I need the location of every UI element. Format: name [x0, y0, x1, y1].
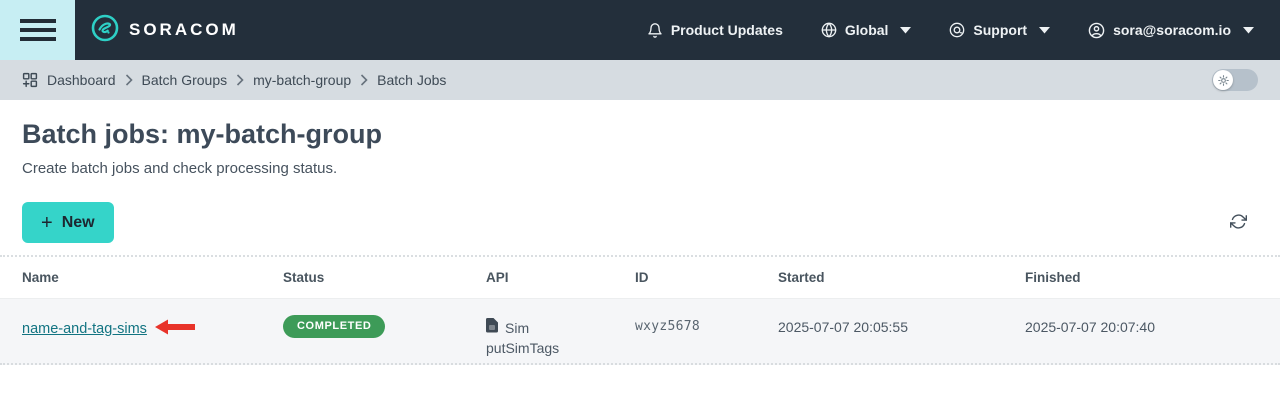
page-title: Batch jobs: my-batch-group [22, 119, 383, 149]
cell-name: name-and-tag-sims [22, 299, 283, 339]
globe-icon [821, 22, 837, 38]
nav-support[interactable]: Support [949, 22, 1051, 38]
theme-toggle[interactable] [1212, 69, 1258, 91]
page-subtitle: Create batch jobs and check processing s… [22, 160, 338, 177]
refresh-icon [1230, 213, 1247, 233]
column-header-status: Status [283, 270, 325, 285]
cell-started: 2025-07-07 20:05:55 [778, 319, 908, 335]
nav-label: Support [973, 22, 1028, 38]
chevron-right-icon [125, 74, 133, 86]
soracom-logo-icon [91, 14, 119, 47]
user-icon [1088, 22, 1105, 39]
api-object: Sim [505, 319, 530, 336]
column-header-id: ID [635, 270, 649, 285]
breadcrumb-bar: Dashboard Batch Groups my-batch-group Ba… [0, 60, 1280, 100]
breadcrumb-item-batch-jobs[interactable]: Batch Jobs [377, 72, 446, 88]
menu-button[interactable] [0, 0, 75, 60]
chevron-down-icon [1243, 26, 1254, 34]
nav-product-updates[interactable]: Product Updates [647, 22, 783, 39]
hamburger-icon [19, 37, 56, 41]
table-header: Name Status API ID Started Finished [0, 257, 1280, 299]
nav-account-menu[interactable]: sora@soracom.io [1088, 22, 1254, 39]
bell-icon [647, 22, 663, 39]
support-icon [949, 22, 965, 38]
cell-id: wxyz5678 [635, 319, 701, 334]
breadcrumb-item-dashboard[interactable]: Dashboard [47, 72, 116, 88]
red-left-arrow-annotation [154, 319, 195, 339]
brand[interactable]: SORACOM [91, 14, 239, 47]
dashboard-grid-icon [22, 72, 38, 88]
cell-status: COMPLETED [283, 299, 486, 338]
nav-label: sora@soracom.io [1113, 22, 1231, 38]
chevron-down-icon [900, 26, 912, 34]
column-header-api: API [486, 270, 509, 285]
main-content: Batch jobs: my-batch-group Create batch … [0, 119, 1280, 365]
cell-api: Sim putSimTags [486, 299, 635, 357]
nav-label: Product Updates [670, 22, 783, 38]
new-button-label: New [61, 213, 95, 231]
table-row: name-and-tag-sims COMPLETED Sim putSimTa… [0, 299, 1280, 365]
sun-icon [1213, 70, 1233, 90]
column-header-finished: Finished [1025, 270, 1081, 285]
toolbar: + New [22, 202, 1258, 243]
nav-global-selector[interactable]: Global [821, 22, 912, 38]
sim-icon [486, 318, 498, 337]
refresh-button[interactable] [1230, 213, 1247, 233]
breadcrumb-item-group[interactable]: my-batch-group [253, 72, 351, 88]
hamburger-icon [19, 19, 56, 23]
chevron-down-icon [1039, 26, 1051, 34]
top-navbar: SORACOM Product Updates Global Support s… [0, 0, 1280, 60]
navbar-right: Product Updates Global Support sora@sora… [647, 22, 1254, 39]
column-header-name: Name [22, 270, 59, 285]
hamburger-icon [19, 28, 56, 32]
status-badge: COMPLETED [283, 315, 386, 338]
page: SORACOM Product Updates Global Support s… [0, 0, 1280, 420]
nav-label: Global [844, 22, 889, 38]
column-header-started: Started [778, 270, 825, 285]
cell-finished: 2025-07-07 20:07:40 [1025, 319, 1155, 335]
batch-job-link[interactable]: name-and-tag-sims [22, 320, 147, 338]
new-button[interactable]: + New [22, 202, 114, 243]
breadcrumb-item-batch-groups[interactable]: Batch Groups [142, 72, 228, 88]
chevron-right-icon [360, 74, 368, 86]
chevron-right-icon [236, 74, 244, 86]
breadcrumb: Dashboard Batch Groups my-batch-group Ba… [22, 72, 446, 88]
api-method: putSimTags [486, 340, 560, 356]
plus-icon: + [41, 211, 53, 234]
brand-name: SORACOM [129, 20, 239, 39]
